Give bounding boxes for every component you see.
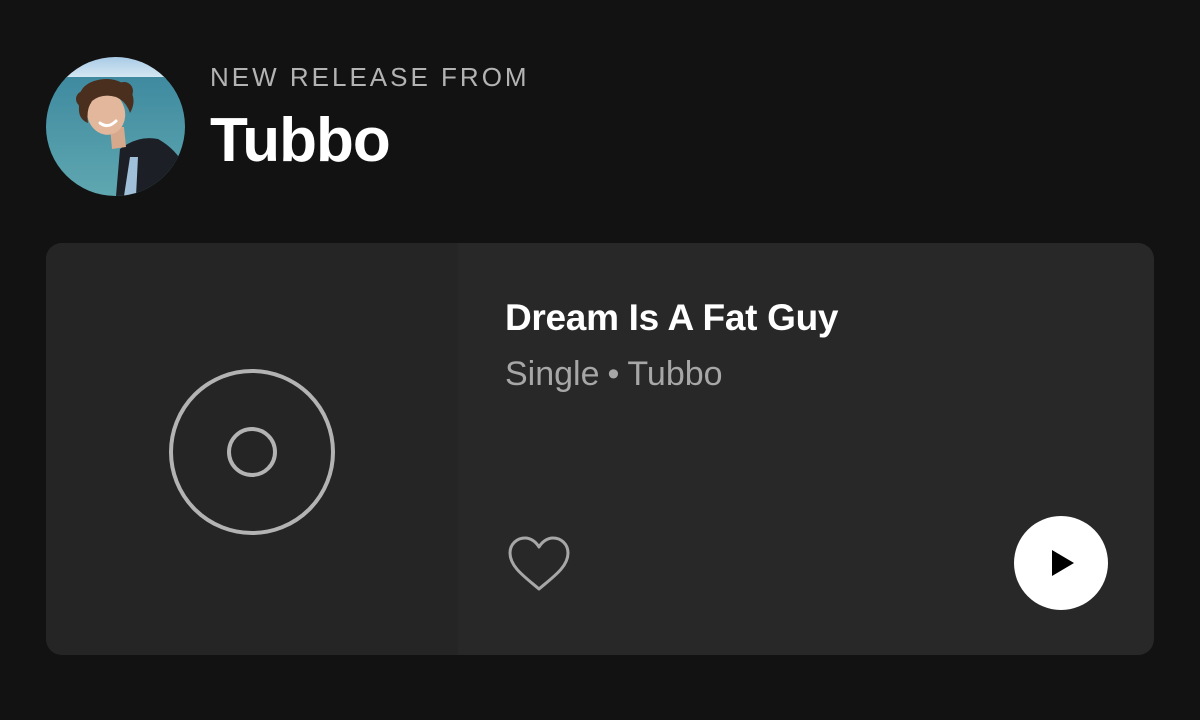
artist-avatar[interactable] [46,57,185,196]
album-cover[interactable] [46,243,458,655]
header-text: NEW RELEASE FROM Tubbo [210,62,810,176]
release-card[interactable]: Dream Is A Fat Guy Single • Tubbo [46,243,1154,655]
new-release-eyebrow: NEW RELEASE FROM [210,62,530,92]
like-button[interactable] [506,531,572,597]
artist-name[interactable]: Tubbo [210,106,810,176]
release-type: Single [505,355,600,393]
heart-outline-icon [508,536,570,591]
release-artist-link[interactable]: Tubbo [627,355,722,393]
album-placeholder-icon [169,369,335,535]
play-icon [1052,550,1074,576]
release-meta: Single • Tubbo [505,353,723,395]
play-button[interactable] [1014,516,1108,610]
artist-avatar-photo-icon [46,57,185,196]
meta-separator: • [607,355,620,393]
release-title[interactable]: Dream Is A Fat Guy [505,295,838,341]
new-release-page: NEW RELEASE FROM Tubbo Dream Is A Fat Gu… [0,0,1200,720]
